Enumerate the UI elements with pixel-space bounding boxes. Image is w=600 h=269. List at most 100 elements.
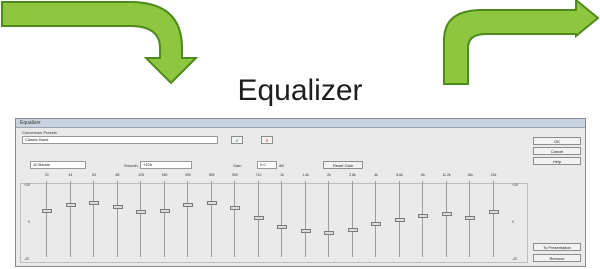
preset-value: Classic Band [25,137,49,142]
gain-input[interactable]: 0.0 [257,161,277,169]
slider-track[interactable] [234,181,235,257]
gain-value: 0.0 [260,162,266,167]
band-frequency-label: 5.6k [396,173,403,177]
slider-thumb[interactable] [418,214,428,219]
smooth-label: Smooth [124,163,138,168]
band-slider: 44 [64,173,78,259]
band-frequency-label: 44 [68,173,73,177]
reset-gain-button[interactable]: Reset Gain [323,161,363,169]
slider-thumb[interactable] [183,203,193,208]
dialog-titlebar: Equalizer [16,119,585,128]
band-slider: 63 [87,173,101,259]
slider-thumb[interactable] [324,230,334,235]
band-slider: 22k [487,173,501,259]
slider-thumb[interactable] [441,211,452,216]
ok-button[interactable]: OK [533,137,581,145]
remove-button[interactable]: Remove [533,254,581,262]
band-slider: 11.2k [440,173,454,259]
band-frequency-label: 180 [161,173,168,177]
band-frequency-label: 500 [232,173,238,177]
gain-label: Gain [233,163,242,168]
band-slider: 500 [228,173,242,259]
slider-thumb[interactable] [277,225,287,230]
band-slider: 180 [158,173,172,259]
slider-thumb[interactable] [159,208,170,213]
slider-thumb[interactable] [206,200,217,205]
slider-track[interactable] [328,181,329,257]
slider-track[interactable] [210,181,212,257]
slider-thumb[interactable] [253,215,264,220]
scale-left-mid: 0 [28,220,30,224]
smooth-select[interactable]: +10h [140,161,192,169]
slider-thumb[interactable] [230,206,240,211]
slider-thumb[interactable] [89,200,99,205]
slider-track[interactable] [116,181,118,257]
band-frequency-label: 355 [208,173,215,177]
slider-track[interactable] [187,181,188,257]
slider-track[interactable] [375,181,376,257]
band-slider: 4k [369,173,383,259]
slider-thumb[interactable] [112,204,123,209]
band-slider: 2.8k [346,173,360,259]
slider-track[interactable] [445,181,447,257]
slider-track[interactable] [422,181,423,257]
bands-select[interactable]: 10 Bands [30,161,86,169]
cancel-button[interactable]: Cancel [533,147,581,155]
to-presentation-button[interactable]: To Presentation [533,243,581,251]
band-frequency-label: 63 [92,173,96,177]
slider-track[interactable] [69,181,71,257]
apply-preset-button[interactable]: ✔ [231,136,243,144]
help-button[interactable]: Help [533,157,581,165]
band-slider: 2k [322,173,336,259]
band-slider: 8k [416,173,430,259]
band-slider: 250 [181,173,195,259]
delete-preset-button[interactable]: ✕ [261,136,273,144]
band-slider: 16k [463,173,477,259]
slider-track[interactable] [281,181,282,257]
band-frequency-label: 11.2k [442,173,451,177]
slider-thumb[interactable] [488,210,499,215]
slider-thumb[interactable] [371,222,381,227]
band-frequency-label: 2k [327,173,331,177]
preset-dropdown[interactable]: Classic Band [22,136,218,144]
band-frequency-label: 250 [185,173,191,177]
band-slider: 1.4k [299,173,313,259]
page-heading: Equalizer [237,74,363,107]
band-frequency-label: 22k [490,173,497,177]
slider-track[interactable] [351,181,353,257]
scale-right-mid: 0 [512,220,514,224]
slider-thumb[interactable] [394,218,405,223]
band-slider: 1k [275,173,289,259]
band-slider: 31 [40,173,54,259]
slider-track[interactable] [304,181,306,257]
slider-track[interactable] [46,181,47,257]
scale-left-bottom: -20 [24,257,30,261]
equalizer-dialog: Equalizer Conversion Presets Classic Ban… [15,118,586,267]
band-frequency-label: 8k [421,173,425,177]
scale-right-top: +20 [512,183,518,187]
band-frequency-label: 1.4k [302,173,309,177]
slider-track[interactable] [140,181,141,257]
slider-thumb[interactable] [465,215,475,220]
scale-left-top: +20 [24,183,30,187]
slider-thumb[interactable] [136,210,146,215]
slider-track[interactable] [93,181,94,257]
band-slider: 88 [111,173,125,259]
band-frequency-label: 4k [374,173,378,177]
band-slider: 5.6k [393,173,407,259]
slider-track[interactable] [163,181,165,257]
band-frequency-label: 16k [467,173,473,177]
band-frequency-label: 1k [280,173,284,177]
band-slider: 125 [134,173,148,259]
gain-unit: dB [279,163,284,168]
band-frequency-label: 710 [255,173,262,177]
slider-thumb[interactable] [65,203,76,208]
slider-thumb[interactable] [42,208,52,213]
slider-track[interactable] [492,181,494,257]
smooth-value: +10h [143,162,153,167]
slider-thumb[interactable] [300,229,311,234]
slider-thumb[interactable] [347,227,358,232]
bent-arrow-down-icon [1,1,199,85]
band-slider: 355 [205,173,219,259]
band-frequency-label: 88 [115,173,120,177]
